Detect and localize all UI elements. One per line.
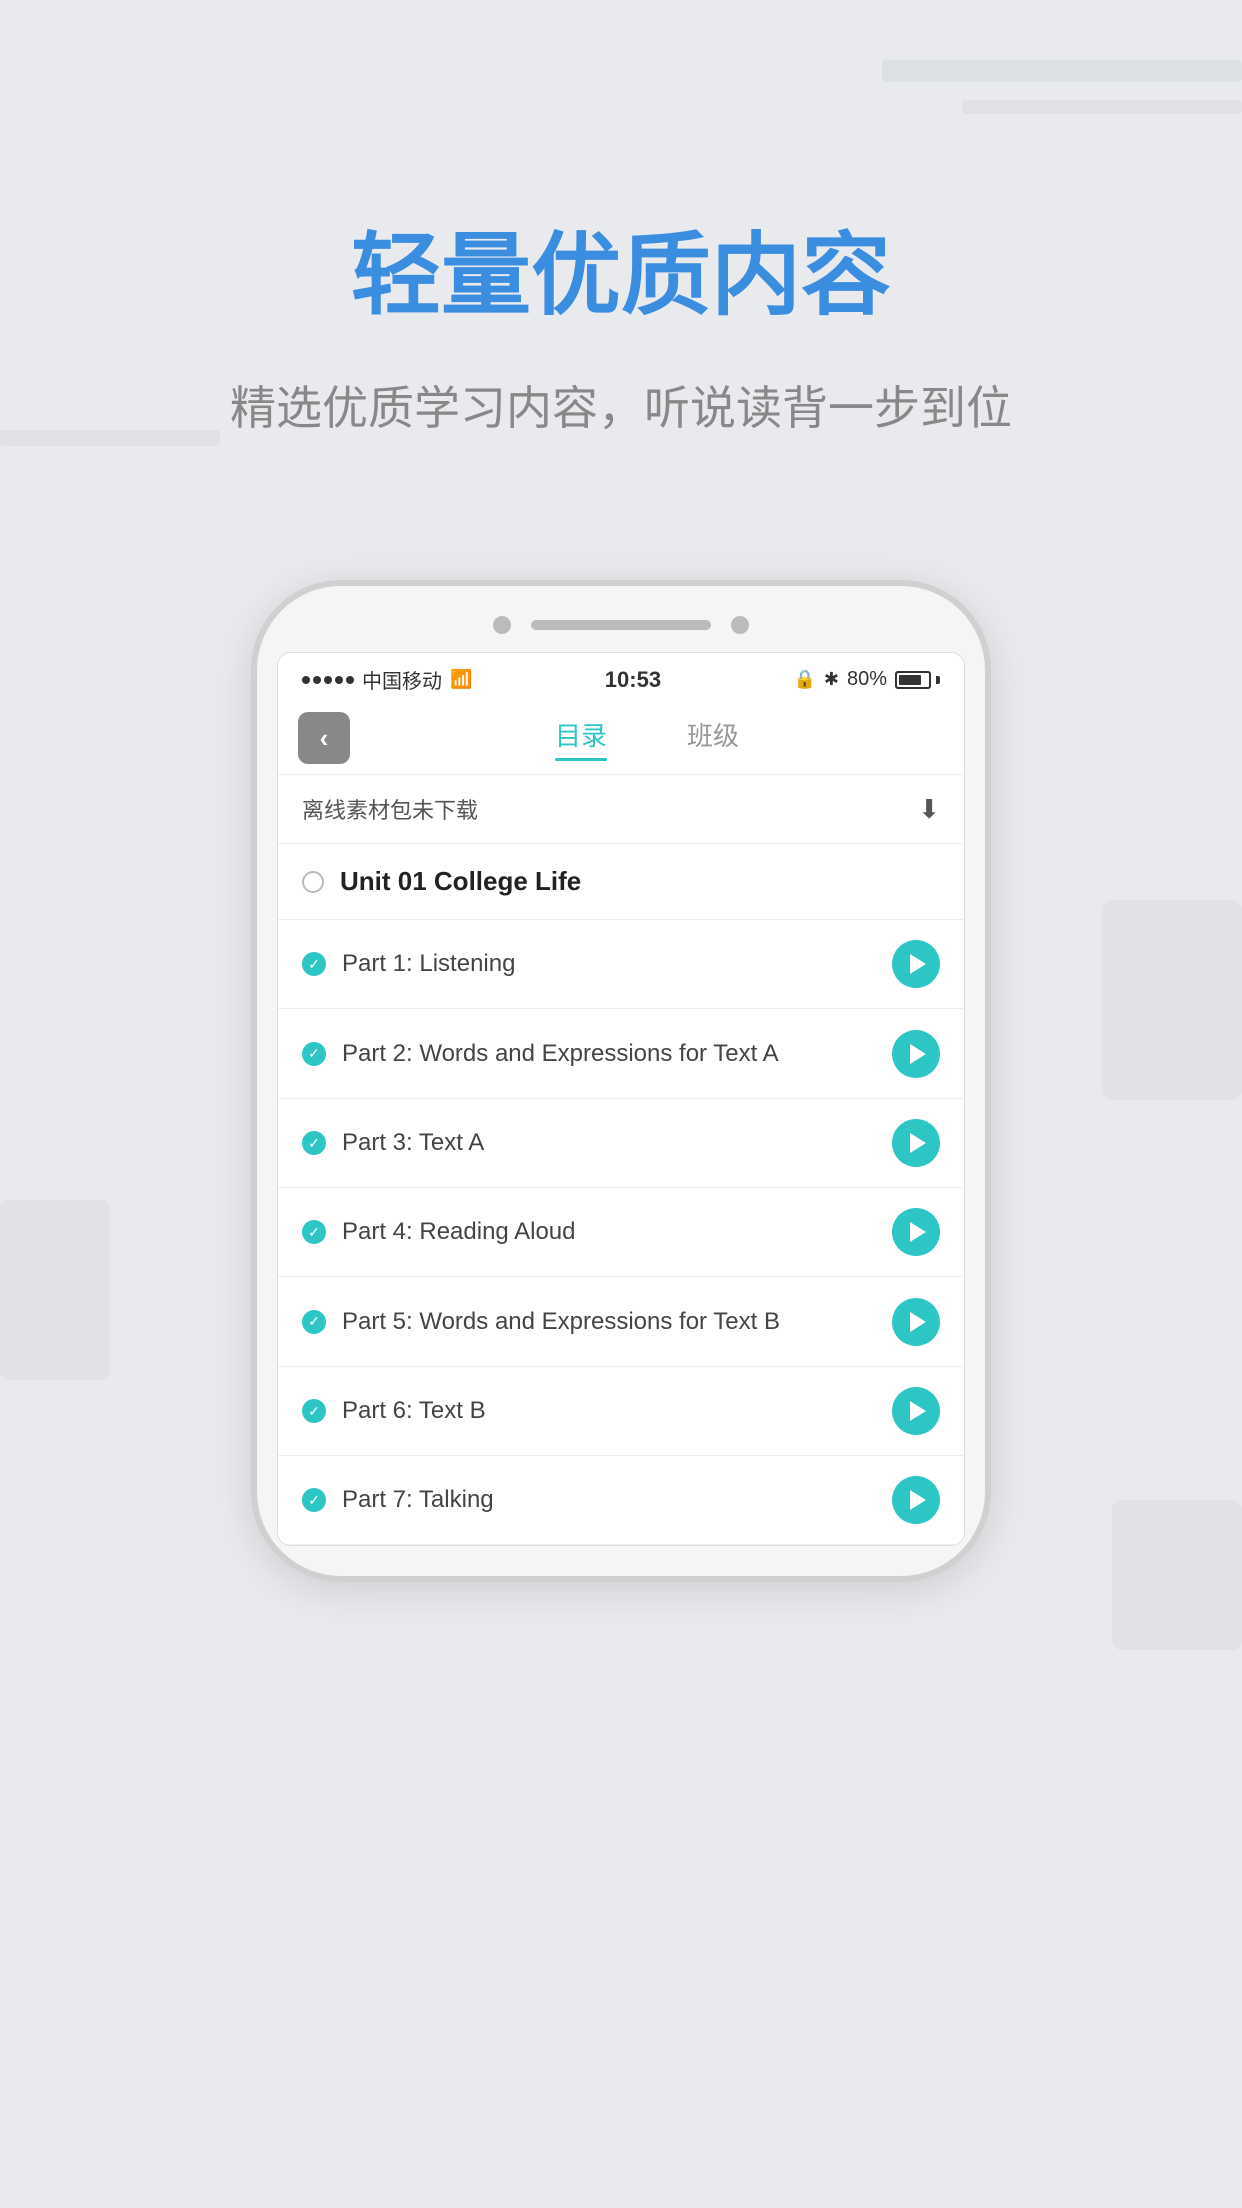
play-icon-7 [910, 1490, 926, 1510]
download-text: 离线素材包未下载 [302, 793, 478, 825]
play-button-6[interactable] [892, 1387, 940, 1435]
bluetooth-icon: ✱ [824, 669, 839, 690]
play-icon-6 [910, 1401, 926, 1421]
phone-outer: 中国移动 📶 10:53 🔒 ✱ 80% [251, 580, 991, 1582]
part-3-name: Part 3: Text A [342, 1126, 876, 1160]
nav-bar: ‹ 目录 班级 [278, 702, 964, 775]
play-icon-4 [910, 1222, 926, 1242]
check-icon-5 [302, 1310, 326, 1334]
download-icon[interactable]: ⬇ [918, 794, 940, 825]
part-1-name: Part 1: Listening [342, 947, 876, 981]
part-2-name: Part 2: Words and Expressions for Text A [342, 1037, 876, 1071]
unit-header: Unit 01 College Life [278, 844, 964, 920]
part-7-name: Part 7: Talking [342, 1483, 876, 1517]
battery-outline [895, 671, 931, 689]
signal-dot-3 [324, 676, 332, 684]
status-right: 🔒 ✱ 80% [793, 668, 940, 691]
part-item[interactable]: Part 1: Listening [278, 920, 964, 1009]
deco-bar-5 [0, 1200, 110, 1380]
play-icon-1 [910, 954, 926, 974]
back-icon: ‹ [320, 723, 329, 754]
phone-mockup: 中国移动 📶 10:53 🔒 ✱ 80% [251, 580, 991, 1582]
check-icon-2 [302, 1042, 326, 1066]
hero-section: 轻量优质内容 精选优质学习内容，听说读背一步到位 [0, 0, 1242, 580]
carrier-name: 中国移动 [362, 665, 442, 694]
phone-speaker [531, 620, 711, 630]
battery-fill [899, 675, 921, 685]
wifi-icon: 📶 [450, 669, 472, 690]
signal-dot-2 [313, 676, 321, 684]
phone-top-decor [277, 616, 965, 652]
battery-tip [936, 676, 940, 684]
part-item-7[interactable]: Part 7: Talking [278, 1456, 964, 1545]
check-icon-3 [302, 1131, 326, 1155]
sub-title: 精选优质学习内容，听说读背一步到位 [230, 372, 1012, 438]
phone-screen: 中国移动 📶 10:53 🔒 ✱ 80% [277, 652, 965, 1546]
back-button[interactable]: ‹ [298, 712, 350, 764]
part-item-3[interactable]: Part 3: Text A [278, 1099, 964, 1188]
part-4-name: Part 4: Reading Aloud [342, 1215, 876, 1249]
phone-camera [731, 616, 749, 634]
play-button-3[interactable] [892, 1119, 940, 1167]
signal-dot-4 [335, 676, 343, 684]
battery-percent: 80% [847, 668, 887, 691]
tab-class[interactable]: 班级 [687, 716, 739, 761]
part-item-2[interactable]: Part 2: Words and Expressions for Text A [278, 1009, 964, 1099]
play-button-5[interactable] [892, 1298, 940, 1346]
signal-dot-1 [302, 676, 310, 684]
tab-catalog[interactable]: 目录 [555, 716, 607, 761]
part-item-4[interactable]: Part 4: Reading Aloud [278, 1188, 964, 1277]
part-item-5[interactable]: Part 5: Words and Expressions for Text B [278, 1277, 964, 1367]
play-button-7[interactable] [892, 1476, 940, 1524]
part-6-name: Part 6: Text B [342, 1394, 876, 1428]
play-button-1[interactable] [892, 940, 940, 988]
signal-dots [302, 676, 354, 684]
main-title: 轻量优质内容 [351, 202, 891, 332]
time-display: 10:53 [605, 667, 661, 693]
deco-bar-4 [1102, 900, 1242, 1100]
play-button-2[interactable] [892, 1030, 940, 1078]
play-button-4[interactable] [892, 1208, 940, 1256]
signal-dot-5 [346, 676, 354, 684]
check-icon-6 [302, 1399, 326, 1423]
part-item-6[interactable]: Part 6: Text B [278, 1367, 964, 1456]
part-5-name: Part 5: Words and Expressions for Text B [342, 1305, 876, 1339]
status-bar: 中国移动 📶 10:53 🔒 ✱ 80% [278, 653, 964, 702]
status-left: 中国移动 📶 [302, 665, 472, 694]
nav-tabs: 目录 班级 [350, 716, 944, 761]
play-icon-3 [910, 1133, 926, 1153]
download-bar: 离线素材包未下载 ⬇ [278, 775, 964, 844]
unit-circle [302, 871, 324, 893]
check-icon-4 [302, 1220, 326, 1244]
phone-dot [493, 616, 511, 634]
check-icon-7 [302, 1488, 326, 1512]
battery-bar [895, 671, 940, 689]
unit-title: Unit 01 College Life [340, 866, 581, 897]
lock-icon: 🔒 [793, 669, 815, 690]
play-icon-2 [910, 1044, 926, 1064]
deco-bar-6 [1112, 1500, 1242, 1650]
check-icon-1 [302, 952, 326, 976]
play-icon-5 [910, 1312, 926, 1332]
